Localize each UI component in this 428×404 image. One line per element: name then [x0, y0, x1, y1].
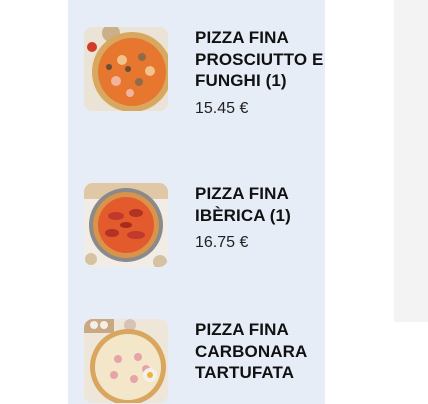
menu-item-info: PIZZA FINA CARBONARA TARTUFATA [195, 319, 325, 391]
pizza-iberica-image[interactable] [84, 183, 168, 267]
item-price: 16.75 € [195, 234, 249, 251]
menu-item-carbonara-tartufata[interactable]: PIZZA FINA CARBONARA TARTUFATA [84, 319, 320, 404]
menu-item-iberica[interactable]: PIZZA FINA IBÈRICA (1) 16.75 € [84, 183, 320, 279]
pizza-carbonara-tartufata-image[interactable] [84, 319, 168, 403]
item-name: PIZZA FINA CARBONARA TARTUFATA [195, 320, 307, 382]
item-name: PIZZA FINA PROSCIUTTO E FUNGHI (1) [195, 28, 324, 90]
side-panel [394, 0, 428, 322]
left-gutter [0, 0, 68, 404]
menu-item-info: PIZZA FINA PROSCIUTTO E FUNGHI (1) 15.45… [195, 27, 325, 119]
menu-list[interactable]: PIZZA FINA PROSCIUTTO E FUNGHI (1) 15.45… [68, 0, 325, 404]
pizza-prosciutto-funghi-image[interactable] [84, 27, 168, 111]
item-name: PIZZA FINA IBÈRICA (1) [195, 184, 291, 225]
menu-item-prosciutto-funghi[interactable]: PIZZA FINA PROSCIUTTO E FUNGHI (1) 15.45… [84, 27, 323, 137]
menu-item-info: PIZZA FINA IBÈRICA (1) 16.75 € [195, 183, 325, 253]
screen: PIZZA FINA PROSCIUTTO E FUNGHI (1) 15.45… [0, 0, 428, 404]
item-price: 15.45 € [195, 99, 249, 117]
